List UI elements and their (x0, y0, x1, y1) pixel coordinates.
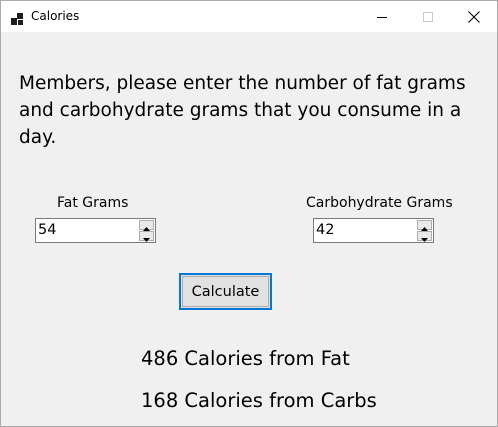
carbohydrate-grams-spin-buttons (417, 220, 432, 242)
window-title: Calories (31, 9, 80, 23)
close-button[interactable] (451, 1, 497, 32)
carbohydrate-grams-decrement-button[interactable] (417, 231, 432, 242)
arrow-down-icon (421, 227, 428, 246)
carbohydrate-grams-value[interactable]: 42 (316, 222, 334, 238)
minimize-button[interactable] (359, 1, 405, 32)
maximize-icon (423, 11, 433, 22)
fat-grams-value[interactable]: 54 (38, 222, 56, 238)
fat-calories-result: 486 Calories from Fat (141, 347, 350, 370)
fat-grams-decrement-button[interactable] (139, 231, 154, 242)
title-bar[interactable]: Calories (1, 1, 497, 32)
calculate-button-label: Calculate (191, 283, 260, 300)
maximize-button[interactable] (405, 1, 451, 32)
minimize-icon (377, 12, 387, 22)
carbohydrate-grams-label: Carbohydrate Grams (306, 195, 453, 211)
fat-grams-stepper[interactable]: 54 (35, 218, 156, 243)
fat-grams-spin-buttons (139, 220, 154, 242)
calories-window: Calories Members, please enter the numbe… (0, 0, 498, 427)
app-icon (11, 10, 23, 25)
carb-calories-result: 168 Calories from Carbs (141, 389, 377, 412)
calculate-button[interactable]: Calculate (179, 273, 272, 310)
arrow-down-icon (143, 227, 150, 246)
close-icon (468, 10, 480, 23)
instructions-label: Members, please enter the number of fat … (19, 73, 466, 148)
carbohydrate-grams-stepper[interactable]: 42 (313, 218, 434, 243)
fat-grams-label: Fat Grams (57, 195, 129, 211)
